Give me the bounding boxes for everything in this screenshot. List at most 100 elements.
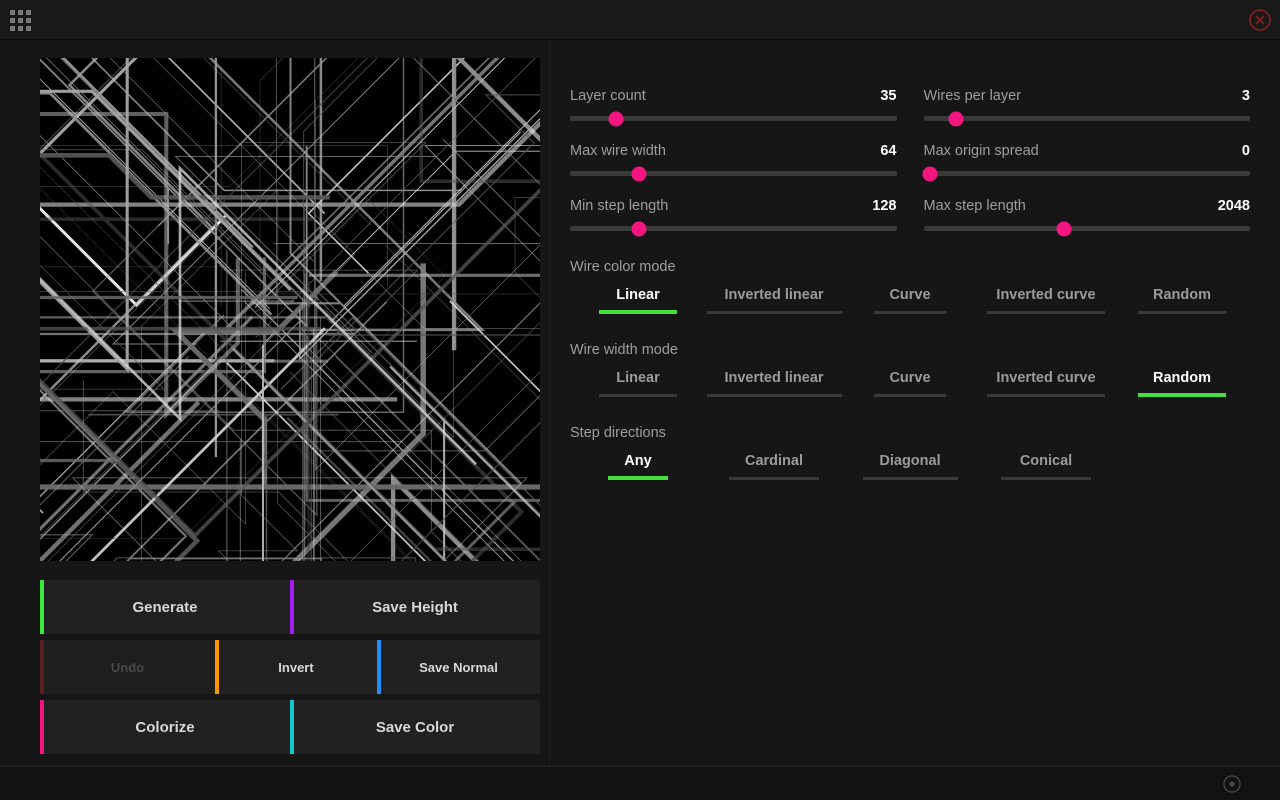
title-bar — [0, 0, 1280, 40]
mode-option-label: Curve — [885, 370, 934, 386]
slider-value: 0 — [1242, 143, 1250, 159]
slider-track[interactable] — [924, 226, 1251, 231]
save-color-button[interactable]: Save Color — [290, 700, 540, 754]
wire-width-mode-group: Wire width mode Linear Inverted linear Cur… — [570, 342, 1250, 397]
slider-layer-count: Layer count 35 — [570, 88, 897, 121]
save-height-button-label: Save Height — [372, 599, 458, 616]
mode-option-underline — [1001, 477, 1091, 480]
slider-track[interactable] — [570, 116, 897, 121]
slider-label: Wires per layer — [924, 88, 1022, 104]
generate-button[interactable]: Generate — [40, 580, 290, 634]
mode-option-linear[interactable]: Linear — [570, 287, 706, 314]
wireframe-preview-canvas[interactable] — [40, 58, 540, 561]
mode-option-label: Inverted curve — [992, 370, 1099, 386]
save-normal-button-label: Save Normal — [419, 660, 498, 675]
slider-value: 35 — [880, 88, 896, 104]
accent-bar — [377, 640, 381, 694]
slider-max-step-length: Max step length 2048 — [924, 198, 1251, 231]
mode-option-underline — [874, 311, 946, 314]
save-color-button-label: Save Color — [376, 719, 454, 736]
wire-color-mode-group: Wire color mode Linear Inverted linearCur… — [570, 259, 1250, 314]
main-body: Generate Save Height Undo Invert — [0, 40, 1280, 766]
slider-track[interactable] — [924, 171, 1251, 176]
generate-button-label: Generate — [132, 599, 197, 616]
slider-value: 3 — [1242, 88, 1250, 104]
wire-width-mode-title: Wire width mode — [570, 342, 1250, 358]
invert-button[interactable]: Invert — [215, 640, 377, 694]
action-button-area: Generate Save Height Undo Invert — [40, 580, 540, 754]
wire-color-mode-title: Wire color mode — [570, 259, 1250, 275]
mode-option-underline — [987, 394, 1105, 397]
slider-track[interactable] — [570, 226, 897, 231]
slider-label: Max step length — [924, 198, 1026, 214]
record-dot-icon[interactable] — [1222, 774, 1242, 794]
close-circle-icon[interactable] — [1248, 8, 1272, 32]
mode-option-inverted-curve[interactable]: Inverted curve — [978, 287, 1114, 314]
mode-option-linear[interactable]: Linear — [570, 370, 706, 397]
mode-option-cardinal[interactable]: Cardinal — [706, 453, 842, 480]
mode-option-label: Linear — [612, 287, 664, 303]
wire-color-mode-options: Linear Inverted linearCurve Inverted curve… — [570, 287, 1250, 314]
slider-track[interactable] — [570, 171, 897, 176]
colorize-button-label: Colorize — [135, 719, 194, 736]
mode-option-inverted-curve[interactable]: Inverted curve — [978, 370, 1114, 397]
mode-option-conical[interactable]: Conical — [978, 453, 1114, 480]
accent-bar — [215, 640, 219, 694]
mode-option-label: Inverted linear — [720, 370, 827, 386]
slider-min-step-length: Min step length 128 — [570, 198, 897, 231]
mode-option-inverted-linear[interactable]: Inverted linear — [706, 370, 842, 397]
slider-max-origin-spread: Max origin spread 0 — [924, 143, 1251, 176]
slider-label: Min step length — [570, 198, 668, 214]
slider-knob[interactable] — [949, 111, 964, 126]
mode-option-underline — [987, 311, 1105, 314]
application-window: Generate Save Height Undo Invert — [0, 0, 1280, 800]
slider-value: 128 — [872, 198, 896, 214]
step-directions-group: Step directions Any Cardinal Diagonal Conic… — [570, 425, 1250, 480]
slider-knob[interactable] — [631, 221, 646, 236]
slider-knob[interactable] — [1056, 221, 1071, 236]
mode-option-any[interactable]: Any — [570, 453, 706, 480]
button-row-2: Undo Invert Save Normal — [40, 640, 540, 694]
mode-option-label: Cardinal — [741, 453, 807, 469]
colorize-button[interactable]: Colorize — [40, 700, 290, 754]
mode-option-curve[interactable]: Curve — [842, 370, 978, 397]
undo-button-label: Undo — [111, 660, 144, 675]
mode-option-label: Random — [1149, 370, 1215, 386]
mode-option-underline — [874, 394, 946, 397]
status-bar — [0, 766, 1280, 800]
mode-option-diagonal[interactable]: Diagonal — [842, 453, 978, 480]
slider-knob[interactable] — [923, 166, 938, 181]
slider-knob[interactable] — [631, 166, 646, 181]
button-row-3: Colorize Save Color — [40, 700, 540, 754]
undo-button[interactable]: Undo — [40, 640, 215, 694]
save-height-button[interactable]: Save Height — [290, 580, 540, 634]
slider-wires-per-layer: Wires per layer 3 — [924, 88, 1251, 121]
mode-option-label: Any — [620, 453, 655, 469]
mode-option-inverted-linear[interactable]: Inverted linear — [706, 287, 842, 314]
mode-option-label: Inverted curve — [992, 287, 1099, 303]
settings-pane: Layer count 35 Wires per layer 3 — [550, 40, 1280, 766]
mode-option-underline — [599, 394, 677, 397]
accent-bar — [40, 640, 44, 694]
accent-bar — [290, 700, 294, 754]
slider-value: 2048 — [1218, 198, 1250, 214]
step-directions-options: Any Cardinal Diagonal Conical — [570, 453, 1250, 480]
slider-label: Max origin spread — [924, 143, 1039, 159]
mode-option-random[interactable]: Random — [1114, 370, 1250, 397]
mode-option-underline — [1138, 311, 1226, 314]
mode-option-underline — [599, 310, 677, 314]
mode-option-underline — [608, 476, 668, 480]
slider-track[interactable] — [924, 116, 1251, 121]
mode-option-underline — [707, 394, 842, 397]
mode-option-label: Conical — [1016, 453, 1076, 469]
slider-value: 64 — [880, 143, 896, 159]
slider-knob[interactable] — [608, 111, 623, 126]
step-directions-title: Step directions — [570, 425, 1250, 441]
save-normal-button[interactable]: Save Normal — [377, 640, 540, 694]
grid-menu-icon[interactable] — [10, 10, 32, 31]
slider-grid: Layer count 35 Wires per layer 3 — [570, 88, 1250, 231]
mode-option-random[interactable]: Random — [1114, 287, 1250, 314]
mode-option-curve[interactable]: Curve — [842, 287, 978, 314]
mode-option-label: Random — [1149, 287, 1215, 303]
mode-option-underline — [707, 311, 842, 314]
